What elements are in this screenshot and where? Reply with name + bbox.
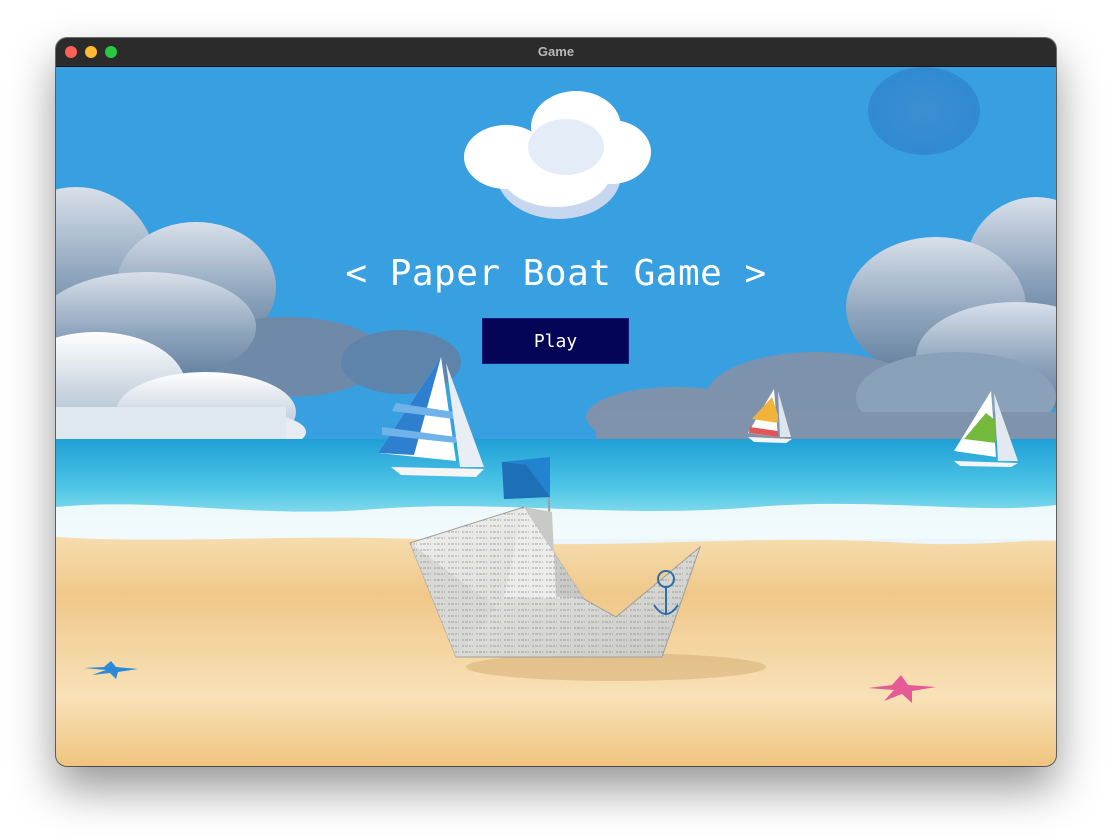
game-window: Game < Paper Boat Game > Play xyxy=(56,38,1056,766)
sun-shape xyxy=(868,67,980,155)
game-title: < Paper Boat Game > xyxy=(345,253,767,294)
play-button[interactable]: Play xyxy=(482,318,629,364)
beach-background xyxy=(56,67,1056,766)
title-bar: Game xyxy=(56,38,1056,67)
window-title: Game xyxy=(537,44,575,59)
game-canvas: < Paper Boat Game > Play xyxy=(56,67,1056,766)
